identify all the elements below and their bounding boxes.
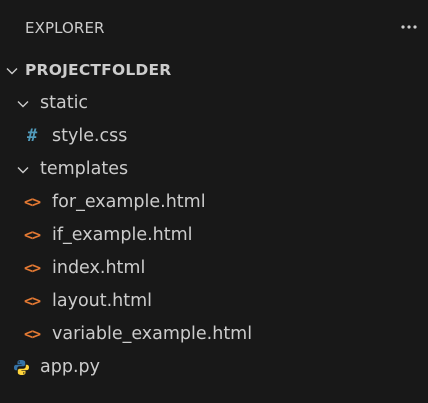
chevron-down-icon: [17, 101, 29, 108]
file-style-css[interactable]: # style.css: [0, 120, 428, 153]
more-actions-icon[interactable]: [400, 24, 418, 30]
chevron-down-icon: [17, 167, 29, 174]
file-label: layout.html: [52, 291, 153, 311]
html-icon: <>: [24, 292, 41, 310]
explorer-title: EXPLORER: [25, 19, 105, 37]
file-index-html[interactable]: <> index.html: [0, 252, 428, 285]
file-label: app.py: [40, 357, 100, 377]
file-app-py[interactable]: app.py: [0, 351, 428, 384]
explorer-panel: EXPLORER PROJECTFOLDER static # style.cs…: [0, 0, 428, 403]
explorer-header: EXPLORER: [0, 0, 428, 56]
file-variable-example-html[interactable]: <> variable_example.html: [0, 318, 428, 351]
folder-projectfolder[interactable]: PROJECTFOLDER: [0, 54, 428, 87]
chevron-down-icon: [6, 68, 18, 75]
css-icon: #: [27, 126, 38, 146]
file-label: for_example.html: [52, 192, 206, 212]
file-for-example-html[interactable]: <> for_example.html: [0, 186, 428, 219]
folder-label: PROJECTFOLDER: [25, 61, 172, 79]
html-icon: <>: [24, 259, 41, 277]
file-if-example-html[interactable]: <> if_example.html: [0, 219, 428, 252]
html-icon: <>: [24, 325, 41, 343]
file-layout-html[interactable]: <> layout.html: [0, 285, 428, 318]
file-label: if_example.html: [52, 225, 193, 245]
file-tree: PROJECTFOLDER static # style.css templat…: [0, 54, 428, 384]
folder-templates[interactable]: templates: [0, 153, 428, 186]
folder-label: templates: [40, 159, 129, 179]
file-label: style.css: [52, 126, 128, 146]
python-icon: [14, 360, 29, 375]
file-label: index.html: [52, 258, 146, 278]
html-icon: <>: [24, 226, 41, 244]
file-label: variable_example.html: [52, 324, 253, 344]
folder-label: static: [40, 93, 89, 113]
folder-static[interactable]: static: [0, 87, 428, 120]
html-icon: <>: [24, 193, 41, 211]
